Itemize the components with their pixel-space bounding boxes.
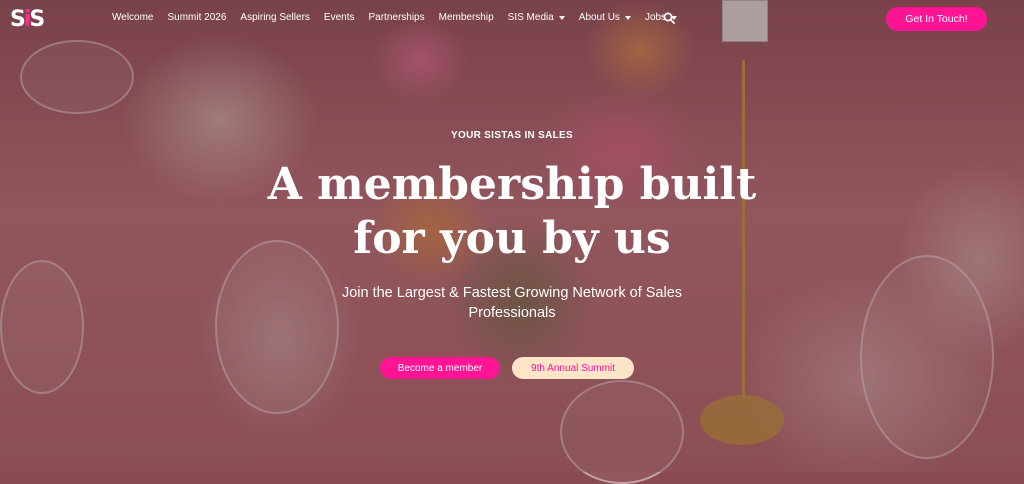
hero-headline-line-2: for you by us	[353, 213, 671, 264]
annual-summit-button[interactable]: 9th Annual Summit	[512, 357, 634, 379]
hero-eyebrow: YOUR SISTAS IN SALES	[451, 130, 573, 141]
nav-item-membership[interactable]: Membership	[439, 12, 494, 23]
nav-item-sis-media[interactable]: SIS Media	[508, 12, 565, 23]
nav-item-about-us[interactable]: About Us	[579, 12, 631, 23]
get-in-touch-button[interactable]: Get In Touch!	[886, 7, 987, 31]
main-menu: Welcome Summit 2026 Aspiring Sellers Eve…	[112, 12, 691, 23]
top-navigation: SiS Welcome Summit 2026 Aspiring Sellers…	[0, 0, 1024, 38]
hero-headline-line-1: A membership built	[267, 159, 757, 210]
chevron-down-icon	[624, 15, 631, 20]
hero-headline: A membership built for you by us	[212, 158, 812, 266]
site-logo[interactable]: SiS	[10, 7, 45, 32]
hero-buttons: Become a member 9th Annual Summit	[0, 357, 1024, 379]
nav-item-partnerships[interactable]: Partnerships	[368, 12, 424, 23]
become-a-member-button[interactable]: Become a member	[380, 357, 500, 379]
hero-subheadline-line-1: Join the Largest & Fastest Growing Netwo…	[341, 285, 683, 301]
nav-item-aspiring-sellers[interactable]: Aspiring Sellers	[240, 12, 309, 23]
chevron-down-icon	[558, 15, 565, 20]
nav-item-summit-2026[interactable]: Summit 2026	[168, 12, 227, 23]
nav-item-welcome[interactable]: Welcome	[112, 12, 154, 23]
hero-subheadline-line-2: Professionals	[468, 305, 556, 321]
nav-item-events[interactable]: Events	[324, 12, 355, 23]
search-icon[interactable]	[663, 12, 675, 24]
hero-subheadline: Join the Largest & Fastest Growing Netwo…	[282, 283, 742, 323]
